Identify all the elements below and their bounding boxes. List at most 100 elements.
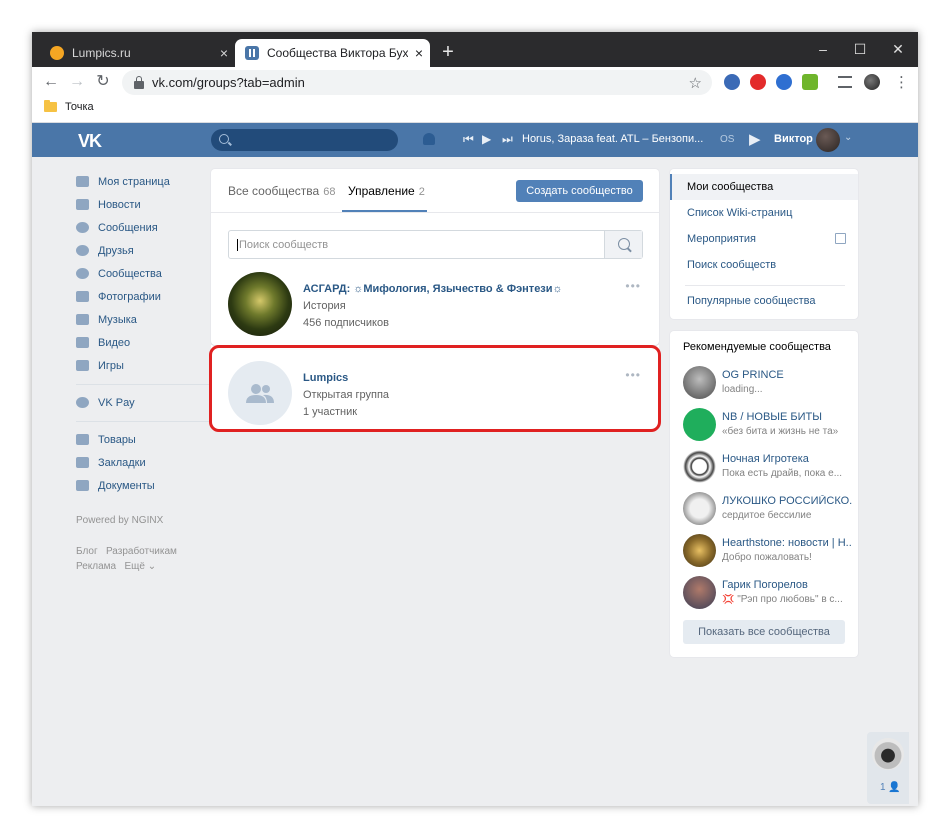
sidebar-item-label: VK Pay <box>98 396 135 409</box>
powered-by-text: Powered by NGINX <box>76 515 164 526</box>
recommended-item[interactable]: OG PRINCE loading... <box>683 366 848 402</box>
chat-avatar[interactable] <box>872 738 904 770</box>
sidebar-item-friends[interactable]: Друзья <box>76 239 226 262</box>
right-menu-my-groups[interactable]: Мои сообщества <box>670 174 858 200</box>
tab-close-icon[interactable]: × <box>408 45 430 61</box>
left-sidebar: Моя страница Новости Сообщения Друзья Со… <box>76 170 226 574</box>
footer-link-blog[interactable]: Блог <box>76 546 98 557</box>
recommended-name[interactable]: Hearthstone: новости | H... <box>722 537 852 549</box>
sidebar-item-my-page[interactable]: Моя страница <box>76 170 226 193</box>
sidebar-item-video[interactable]: Видео <box>76 331 226 354</box>
sidebar-item-bookmarks[interactable]: Закладки <box>76 451 226 474</box>
back-arrow-icon[interactable]: ← <box>40 71 62 93</box>
minimize-button[interactable]: – <box>805 37 841 61</box>
extension-icon[interactable] <box>776 74 792 90</box>
recommended-name[interactable]: NB / НОВЫЕ БИТЫ <box>722 411 852 423</box>
group-row-asgard[interactable]: АСГАРД: ☼Мифология, Язычество & Фэнтези☼… <box>228 272 643 338</box>
sidebar-item-groups[interactable]: Сообщества <box>76 262 226 285</box>
music-icon <box>76 314 89 325</box>
footer-link-ads[interactable]: Реклама <box>76 561 116 572</box>
forward-arrow-icon[interactable]: → <box>66 71 88 93</box>
bookmark-label: Точка <box>65 101 94 113</box>
recommended-item[interactable]: Hearthstone: новости | H... Добро пожало… <box>683 534 852 570</box>
footer-link-dev[interactable]: Разработчикам <box>106 546 177 557</box>
more-actions-icon[interactable]: ••• <box>625 279 641 293</box>
right-menu-events[interactable]: Мероприятия <box>670 226 858 252</box>
close-window-button[interactable]: ✕ <box>880 37 916 61</box>
sidebar-item-vkpay[interactable]: VK Pay <box>76 391 226 414</box>
url-text[interactable]: vk.com/groups?tab=admin <box>152 75 689 90</box>
reload-icon[interactable]: ↻ <box>92 71 114 93</box>
maximize-button[interactable]: ☐ <box>842 37 878 61</box>
group-name[interactable]: АСГАРД: ☼Мифология, Язычество & Фэнтези☼ <box>303 283 563 295</box>
sidebar-item-label: Видео <box>98 336 131 349</box>
music-extension-icon[interactable] <box>802 74 818 90</box>
address-bar[interactable]: vk.com/groups?tab=admin ☆ <box>122 70 712 95</box>
sidebar-item-photos[interactable]: Фотографии <box>76 285 226 308</box>
recommended-desc: «без бита и жизнь не та» <box>722 426 839 437</box>
user-name[interactable]: Виктор <box>774 133 813 145</box>
recommended-item[interactable]: Ночная Игротека Пока есть драйв, пока е.… <box>683 450 848 486</box>
tab-management[interactable]: Управление 2 <box>348 184 425 198</box>
sidebar-item-label: Сообщества <box>98 267 162 280</box>
tab-count: 2 <box>418 186 425 198</box>
sidebar-item-documents[interactable]: Документы <box>76 474 226 497</box>
recommended-desc: Пока есть драйв, пока е... <box>722 468 843 479</box>
previous-track-icon[interactable]: ⏮ <box>463 132 474 147</box>
group-avatar[interactable] <box>228 272 292 336</box>
search-icon[interactable] <box>604 231 642 258</box>
vk-favicon-icon <box>245 46 259 60</box>
bookmark-star-icon[interactable]: ☆ <box>689 74 702 92</box>
recommended-name[interactable]: Ночная Игротека <box>722 453 852 465</box>
tab-all-groups[interactable]: Все сообщества 68 <box>228 184 335 198</box>
group-search-input[interactable]: Поиск сообществ <box>228 230 643 259</box>
reading-list-icon[interactable] <box>838 76 852 88</box>
recommended-avatar[interactable] <box>683 576 716 609</box>
vk-search-input[interactable] <box>211 129 398 151</box>
recommended-name[interactable]: ЛУКОШКО РОССИЙСКО... <box>722 495 852 507</box>
notifications-bell-icon[interactable] <box>423 133 435 145</box>
tab-label: Управление <box>348 184 415 198</box>
adblock-icon[interactable] <box>750 74 766 90</box>
sidebar-item-messages[interactable]: Сообщения <box>76 216 226 239</box>
sidebar-item-news[interactable]: Новости <box>76 193 226 216</box>
current-track[interactable]: Horus, Зараза feat. ATL – Бензопи... <box>522 133 712 145</box>
vk-logo[interactable]: VK <box>78 131 102 152</box>
recommended-avatar[interactable] <box>683 366 716 399</box>
right-menu-popular[interactable]: Популярные сообщества <box>670 288 858 314</box>
recommended-item[interactable]: Гарик Погорелов 💢 "Рэп про любовь" в с..… <box>683 576 848 612</box>
user-avatar[interactable] <box>816 128 840 152</box>
recommended-name[interactable]: OG PRINCE <box>722 369 852 381</box>
sidebar-item-goods[interactable]: Товары <box>76 428 226 451</box>
footer-link-more[interactable]: Ещё ⌄ <box>124 561 156 572</box>
sidebar-item-music[interactable]: Музыка <box>76 308 226 331</box>
bookmark-folder[interactable]: Точка <box>44 100 94 113</box>
play-big-icon[interactable]: ▶ <box>749 130 761 148</box>
next-track-icon[interactable]: ⏭ <box>502 132 513 147</box>
chat-widget[interactable]: 1 👤 <box>867 732 909 804</box>
show-all-groups-button[interactable]: Показать все сообщества <box>683 620 845 644</box>
right-menu-wiki-list[interactable]: Список Wiki-страниц <box>670 200 858 226</box>
create-group-button[interactable]: Создать сообщество <box>516 180 643 202</box>
recommended-item[interactable]: ЛУКОШКО РОССИЙСКО... сердитое бессилие <box>683 492 852 528</box>
calendar-icon[interactable] <box>835 233 846 244</box>
new-tab-button[interactable]: + <box>436 40 460 64</box>
browser-menu-icon[interactable]: ⋮ <box>894 73 909 91</box>
right-menu-search-groups[interactable]: Поиск сообществ <box>670 252 858 278</box>
profile-avatar[interactable] <box>864 74 880 90</box>
recommended-avatar[interactable] <box>683 450 716 483</box>
recommended-item[interactable]: NB / НОВЫЕ БИТЫ «без бита и жизнь не та» <box>683 408 848 444</box>
recommended-name[interactable]: Гарик Погорелов <box>722 579 852 591</box>
recommended-avatar[interactable] <box>683 534 716 567</box>
tab-vk-groups[interactable]: Сообщества Виктора Бухтеева × <box>235 39 430 67</box>
sidebar-item-games[interactable]: Игры <box>76 354 226 377</box>
chevron-down-icon[interactable]: ⌄ <box>844 132 852 143</box>
recommended-avatar[interactable] <box>683 492 716 525</box>
play-icon[interactable]: ▶ <box>482 132 491 146</box>
tab-lumpics[interactable]: Lumpics.ru × <box>40 39 235 67</box>
extension-icon[interactable] <box>724 74 740 90</box>
recommended-avatar[interactable] <box>683 408 716 441</box>
tab-close-icon[interactable]: × <box>213 45 235 61</box>
sidebar-item-label: Документы <box>98 479 155 492</box>
sidebar-item-label: Игры <box>98 359 124 372</box>
